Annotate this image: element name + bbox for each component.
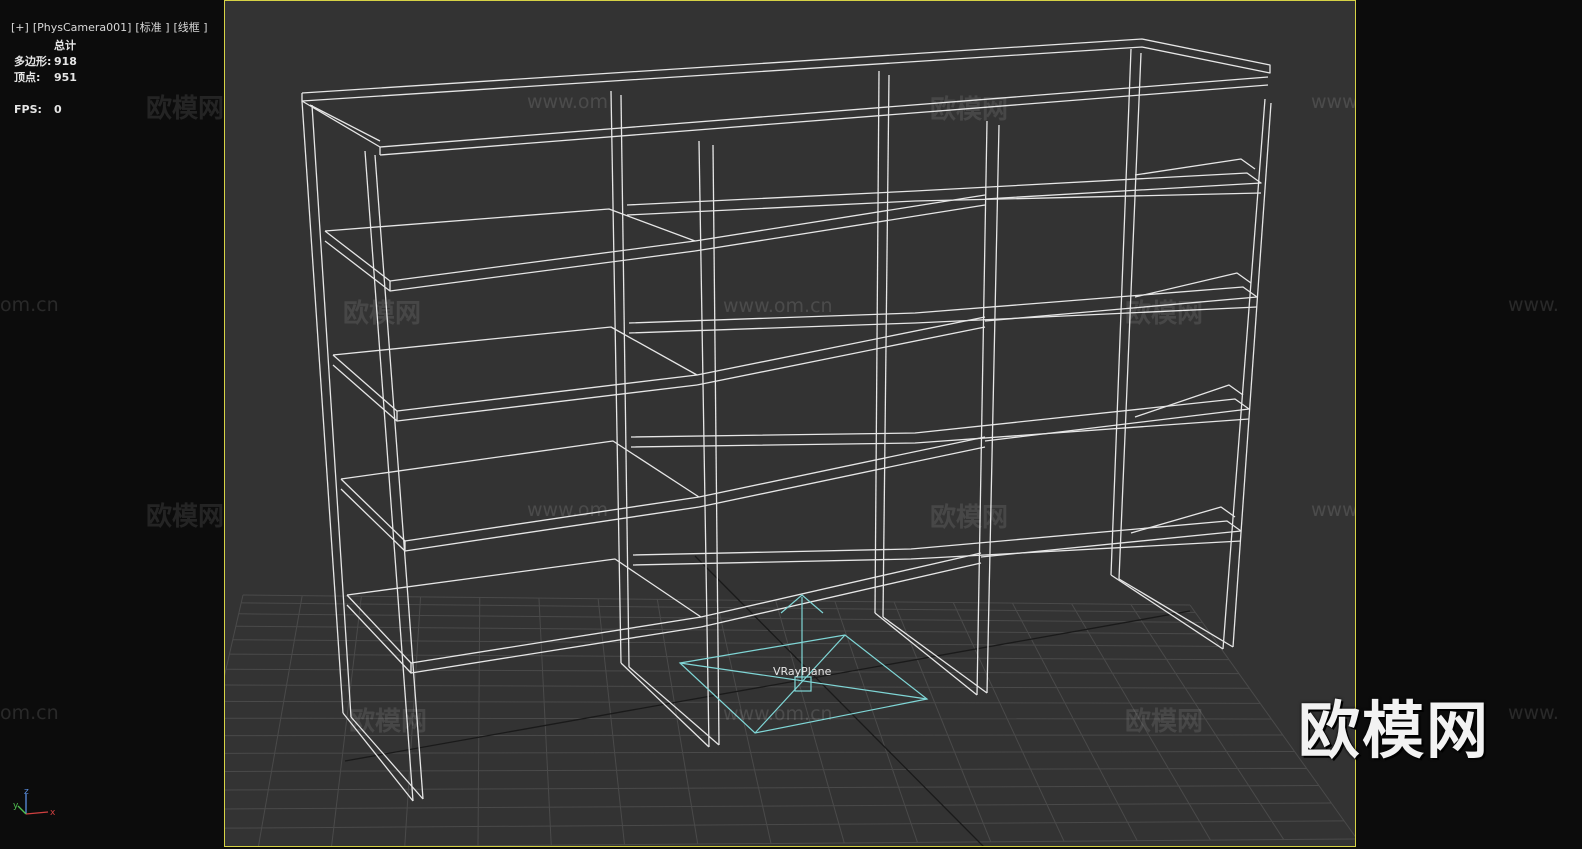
watermark-url: www.om.cn <box>723 295 833 317</box>
watermark-url: www. <box>1508 294 1559 316</box>
watermark-brand: 欧模网 <box>146 502 225 532</box>
watermark-brand: 欧模网 <box>930 95 1009 125</box>
fps-value: 0 <box>54 103 62 116</box>
watermark-brand: 欧模网 <box>1125 707 1204 737</box>
viewport-shading-menu[interactable]: [标准 ] <box>135 21 169 34</box>
watermark-brand: 欧模网 <box>1125 299 1204 329</box>
watermark-url: www.om.cn <box>1311 499 1356 521</box>
viewport-camera-menu[interactable]: [PhysCamera001] <box>33 21 132 34</box>
brand-logo: 欧模网 <box>1298 694 1491 767</box>
watermark-brand: 欧模网 <box>343 299 422 329</box>
axis-y-label: y <box>13 801 19 811</box>
stats-title: 总计 <box>54 39 76 52</box>
scene-statistics: 总计 多边形: 918 顶点: 951 FPS: 0 <box>14 38 77 118</box>
viewport-menu-plus[interactable]: [+] <box>11 21 29 34</box>
watermark-url: www.om <box>527 91 609 113</box>
polygons-label: 多边形: <box>14 55 52 68</box>
watermark-url: www. <box>1508 702 1559 724</box>
polygons-value: 918 <box>54 55 77 68</box>
watermark-url: www.om <box>527 499 609 521</box>
watermark-brand: 欧模网 <box>146 94 225 124</box>
axis-z-label: z <box>24 787 29 797</box>
watermark-brand: 欧模网 <box>349 707 428 737</box>
viewport-label[interactable]: [+] [PhysCamera001] [标准 ] [线框 ] <box>4 6 212 35</box>
watermark-url: om.cn <box>0 702 59 724</box>
watermark-url: om.cn <box>0 294 59 316</box>
axis-gizmo-icon: z x y <box>13 787 56 818</box>
watermark-url: www.om.cn <box>723 703 833 725</box>
watermark-url: www.om.cn <box>1311 91 1356 113</box>
watermark-brand: 欧模网 <box>930 503 1009 533</box>
vrayplane-label: VRayPlane <box>773 665 832 678</box>
camera-viewport[interactable]: VRayPlane www.om 欧模网 www.om.cn 欧模网 www.o… <box>224 0 1356 847</box>
viewport-display-mode-menu[interactable]: [线框 ] <box>174 21 208 34</box>
vertices-value: 951 <box>54 71 77 84</box>
fps-label: FPS: <box>14 103 42 116</box>
vertices-label: 顶点: <box>14 71 41 84</box>
axis-x-label: x <box>50 808 56 818</box>
